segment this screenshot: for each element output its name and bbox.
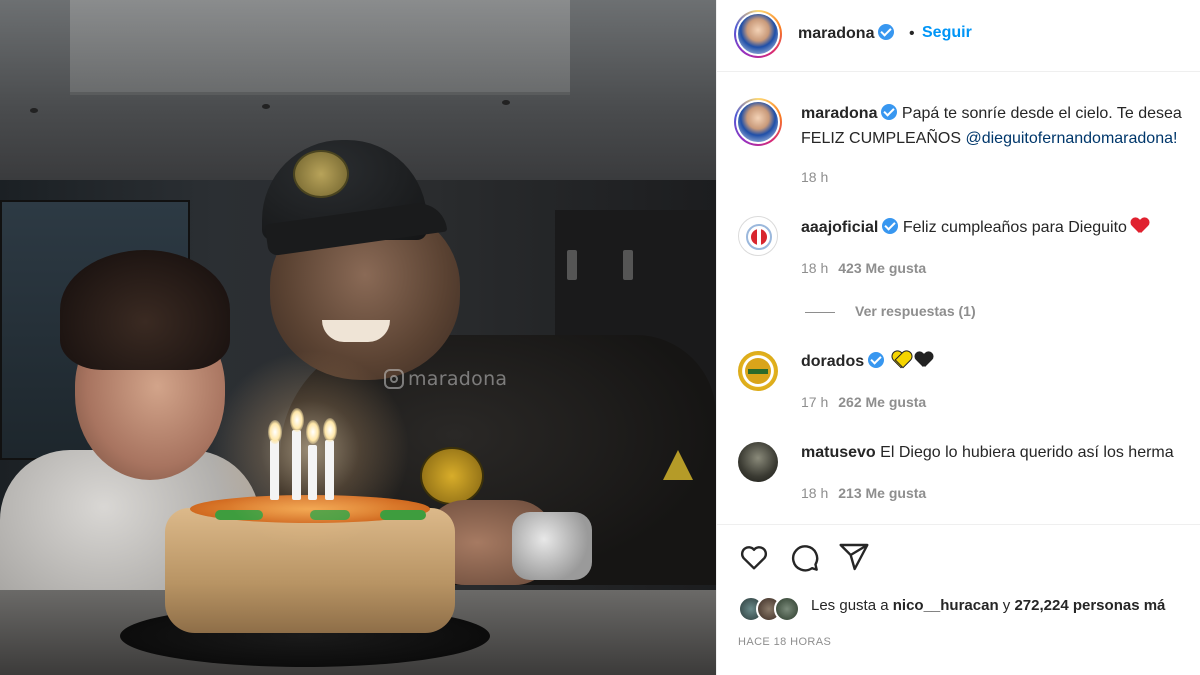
black-heart-emoji-icon: [915, 352, 933, 368]
instagram-icon: [384, 369, 404, 389]
verified-badge-icon: [878, 24, 895, 40]
yellow-heart-emoji-icon: [893, 352, 911, 368]
follow-button[interactable]: Seguir: [922, 24, 972, 42]
comment-bubble-icon: [791, 545, 819, 572]
author-avatar[interactable]: [734, 10, 782, 58]
verified-badge-icon: [868, 352, 885, 368]
liker-username-link[interactable]: nico__huracan: [893, 597, 999, 614]
likes-count-link[interactable]: 272,224 personas má: [1014, 597, 1165, 614]
watermark-text: maradona: [408, 368, 508, 390]
post-timestamp[interactable]: HACE 18 HORAS: [738, 636, 831, 648]
candle: [270, 440, 279, 500]
caption-time[interactable]: 18 h: [801, 169, 828, 185]
comment-text: Feliz cumpleaños para Dieguito: [902, 219, 1127, 236]
comment-likes[interactable]: 423 Me gusta: [838, 260, 926, 276]
comment-likes[interactable]: 262 Me gusta: [838, 394, 926, 410]
dorados-shirt-logo: [420, 447, 484, 505]
instagram-post: maradona maradona • Seguir maradona Papá…: [0, 0, 1200, 675]
caption-text-2: FELIZ CUMPLEAÑOS: [801, 130, 966, 147]
likes-prefix: Les gusta a: [811, 597, 893, 614]
photo-watermark: maradona: [384, 368, 507, 390]
author-username-text: maradona: [798, 25, 875, 42]
comment-username[interactable]: dorados: [801, 353, 864, 370]
caption-line-2: FELIZ CUMPLEAÑOS @dieguitofernandomarado…: [801, 126, 1177, 152]
photo-ceiling-panel: [70, 0, 570, 95]
verified-badge-icon: [881, 104, 898, 120]
candle-flame: [323, 418, 337, 442]
comment-avatar-matusevo[interactable]: [738, 442, 778, 482]
caption-avatar[interactable]: [734, 98, 782, 146]
comment-meta: 17 h 262 Me gusta: [801, 394, 926, 410]
candle-flame: [290, 408, 304, 432]
candle-flame: [306, 420, 320, 444]
comment-meta: 18 h 213 Me gusta: [801, 485, 926, 501]
comment-line: aaajoficial Feliz cumpleaños para Diegui…: [801, 215, 1149, 241]
argentinos-juniors-crest-icon: [746, 224, 772, 250]
ceiling-light: [30, 108, 38, 113]
liker-avatar: [774, 596, 800, 622]
comment-avatar-aaajoficial[interactable]: [738, 216, 778, 256]
author-avatar-image: [736, 12, 780, 56]
heart-outline-icon: [740, 546, 768, 570]
comment-likes[interactable]: 213 Me gusta: [838, 485, 926, 501]
comment-username[interactable]: matusevo: [801, 444, 876, 461]
replies-divider: [805, 311, 835, 313]
boy-hair: [60, 250, 230, 370]
view-replies-button[interactable]: Ver respuestas (1): [805, 303, 976, 319]
comment-meta: 18 h 423 Me gusta: [801, 260, 926, 276]
like-button[interactable]: [738, 541, 770, 573]
header-separator: •: [909, 25, 915, 42]
wrist-watch: [512, 512, 592, 580]
comment-username[interactable]: aaajoficial: [801, 219, 878, 236]
post-photo[interactable]: maradona: [0, 0, 716, 675]
candle: [292, 430, 301, 500]
candle-flame: [268, 420, 282, 444]
likes-middle: y: [998, 597, 1015, 614]
dorados-cap-logo: [293, 150, 349, 198]
actions-divider: [716, 524, 1200, 525]
comment-avatar-dorados[interactable]: [738, 351, 778, 391]
likes-summary: Les gusta a nico__huracan y 272,224 pers…: [811, 597, 1165, 614]
candle: [308, 445, 317, 500]
verified-badge-icon: [882, 218, 899, 234]
caption-text: Papá te sonríe desde el cielo. Te desea: [901, 105, 1182, 122]
comment-button[interactable]: [788, 541, 820, 573]
comment-line: dorados: [801, 349, 933, 375]
caption-avatar-image: [736, 100, 780, 144]
dorados-logo-icon: [745, 358, 771, 384]
caption-username[interactable]: maradona: [801, 105, 877, 122]
comment-text: El Diego lo hubiera querido así los herm…: [880, 444, 1174, 461]
author-username[interactable]: maradona: [798, 24, 895, 43]
caption-line-1: maradona Papá te sonríe desde el cielo. …: [801, 101, 1182, 127]
view-replies-label: Ver respuestas (1): [855, 303, 976, 319]
comment-time[interactable]: 18 h: [801, 485, 828, 501]
comment-line: matusevo El Diego lo hubiera querido así…: [801, 440, 1174, 466]
red-heart-emoji-icon: [1131, 218, 1149, 234]
ceiling-light: [502, 100, 510, 105]
share-button[interactable]: [838, 541, 870, 573]
paper-plane-icon: [839, 543, 869, 571]
cabinet-knob: [623, 250, 633, 280]
comment-time[interactable]: 17 h: [801, 394, 828, 410]
candle: [325, 440, 334, 500]
caption-mention-link[interactable]: @dieguitofernandomaradona!: [965, 130, 1177, 147]
ceiling-light: [262, 104, 270, 109]
comment-time[interactable]: 18 h: [801, 260, 828, 276]
likers-avatars[interactable]: [738, 596, 800, 622]
cabinet-knob: [567, 250, 577, 280]
